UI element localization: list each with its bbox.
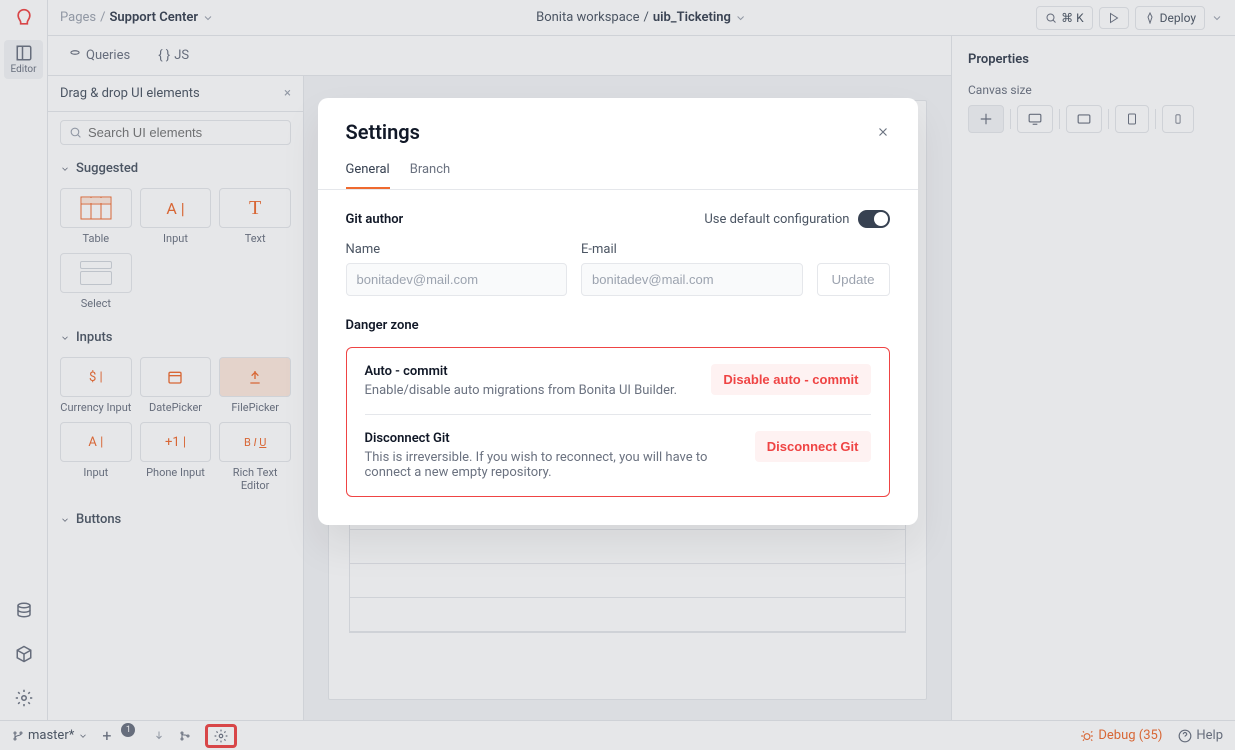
name-label: Name	[346, 242, 568, 257]
disconnect-git-title: Disconnect Git	[365, 431, 725, 446]
modal-title: Settings	[346, 120, 420, 144]
auto-commit-title: Auto - commit	[365, 364, 678, 379]
tab-general[interactable]: General	[346, 152, 390, 189]
email-input[interactable]	[581, 263, 803, 296]
git-author-title: Git author	[346, 212, 404, 227]
auto-commit-desc: Enable/disable auto migrations from Boni…	[365, 383, 678, 398]
modal-tabs: General Branch	[318, 152, 918, 190]
close-icon	[876, 125, 890, 139]
modal-close-button[interactable]	[876, 125, 890, 139]
default-config-toggle[interactable]	[858, 210, 890, 228]
danger-zone-box: Auto - commit Enable/disable auto migrat…	[346, 347, 890, 497]
default-config-label: Use default configuration	[704, 212, 849, 227]
tab-branch[interactable]: Branch	[410, 152, 450, 189]
disconnect-git-button[interactable]: Disconnect Git	[755, 431, 871, 462]
settings-modal: Settings General Branch Git author Use d…	[318, 98, 918, 525]
disable-auto-commit-button[interactable]: Disable auto - commit	[711, 364, 870, 395]
disconnect-git-desc: This is irreversible. If you wish to rec…	[365, 450, 725, 480]
name-input[interactable]	[346, 263, 568, 296]
danger-zone-title: Danger zone	[346, 318, 419, 333]
email-label: E-mail	[581, 242, 803, 257]
update-button[interactable]: Update	[817, 263, 890, 296]
